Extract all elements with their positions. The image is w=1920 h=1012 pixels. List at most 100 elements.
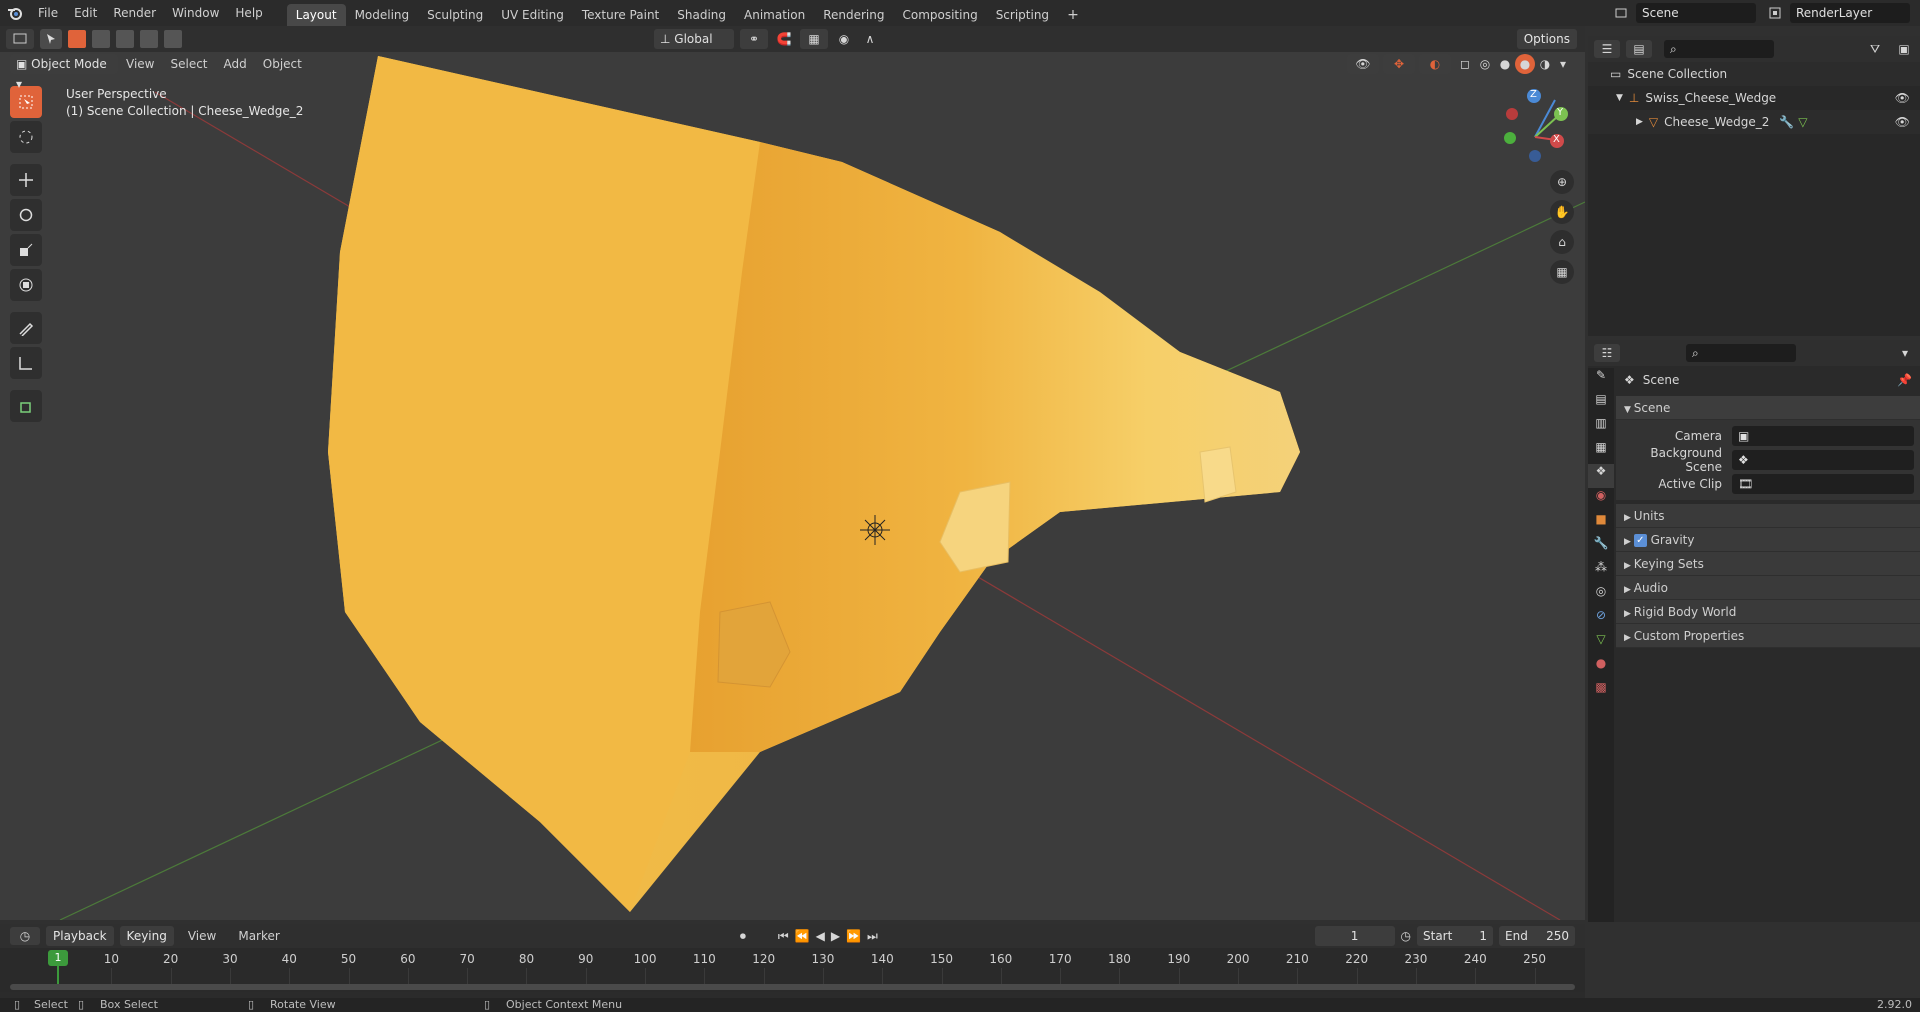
- marker-menu[interactable]: Marker: [230, 923, 287, 949]
- material-tab-icon[interactable]: ●: [1588, 656, 1614, 680]
- object-tab-icon[interactable]: ■: [1588, 512, 1614, 536]
- jump-end-icon[interactable]: ⏭: [867, 929, 878, 944]
- proportional-edit-icon[interactable]: ◉: [834, 29, 854, 49]
- solid-shading-icon[interactable]: ●: [1495, 54, 1515, 74]
- 3d-viewport[interactable]: User Perspective (1) Scene Collection | …: [0, 52, 1585, 920]
- outliner-row[interactable]: ▶ ▽ Cheese_Wedge_2 🔧 ▽ 👁: [1588, 110, 1920, 134]
- view-layer-icon[interactable]: [1760, 6, 1790, 20]
- tab-texture-paint[interactable]: Texture Paint: [573, 4, 668, 26]
- panel-scene-header[interactable]: ▼ Scene: [1616, 396, 1920, 420]
- panel-keying-sets[interactable]: ▶ Keying Sets: [1616, 552, 1920, 576]
- playhead[interactable]: 1: [48, 950, 68, 966]
- keying-menu[interactable]: Keying: [119, 926, 174, 946]
- outliner-search-input[interactable]: ⌕: [1664, 40, 1774, 58]
- ortho-grid-icon[interactable]: ▦: [1550, 260, 1574, 284]
- filter-icon[interactable]: ⛛: [1862, 40, 1888, 58]
- playback-menu[interactable]: Playback: [46, 926, 114, 946]
- tab-animation[interactable]: Animation: [735, 4, 814, 26]
- particles-tab-icon[interactable]: ⁂: [1588, 560, 1614, 584]
- falloff-icon[interactable]: ∧: [860, 29, 880, 49]
- world-tab-icon[interactable]: ◉: [1588, 488, 1614, 512]
- auto-key-icon[interactable]: ⏺: [740, 929, 746, 944]
- jump-keyframe-forward-icon[interactable]: ⏩: [846, 929, 861, 943]
- timeline-type-icon[interactable]: ◷: [10, 927, 40, 945]
- shading-options-icon[interactable]: ▾: [1555, 54, 1571, 74]
- scene-tab-icon[interactable]: ❖: [1588, 464, 1614, 488]
- panel-audio[interactable]: ▶ Audio: [1616, 576, 1920, 600]
- scene-selector[interactable]: Scene: [1636, 3, 1756, 23]
- panel-custom-properties[interactable]: ▶ Custom Properties: [1616, 624, 1920, 648]
- select-box-tool[interactable]: [10, 86, 42, 118]
- start-frame-field[interactable]: Start 1: [1417, 926, 1493, 946]
- menu-view[interactable]: View: [118, 51, 162, 77]
- tab-compositing[interactable]: Compositing: [893, 4, 986, 26]
- menu-edit[interactable]: Edit: [66, 0, 105, 26]
- visibility-icon[interactable]: 👁: [1347, 54, 1379, 74]
- menu-select[interactable]: Select: [162, 51, 215, 77]
- view-layer-tab-icon[interactable]: ▦: [1588, 440, 1614, 464]
- select-extend-icon[interactable]: [92, 30, 110, 48]
- editor-type-icon[interactable]: [6, 29, 34, 49]
- zoom-icon[interactable]: ⊕: [1550, 170, 1574, 194]
- outliner-type-icon[interactable]: ☰: [1594, 40, 1620, 58]
- scene-icon[interactable]: [1606, 6, 1636, 20]
- modifier-tab-icon[interactable]: 🔧: [1588, 536, 1614, 560]
- overlay-toggle-icon[interactable]: ◐: [1419, 54, 1451, 74]
- select-subtract-icon[interactable]: [116, 30, 134, 48]
- menu-render[interactable]: Render: [105, 0, 164, 26]
- select-tool-icon[interactable]: [40, 29, 62, 49]
- texture-tab-icon[interactable]: ▩: [1588, 680, 1614, 704]
- constraints-tab-icon[interactable]: ⊘: [1588, 608, 1614, 632]
- play-reverse-icon[interactable]: ◀: [816, 929, 825, 943]
- gizmo-toggle-icon[interactable]: ✥: [1383, 54, 1415, 74]
- add-workspace-button[interactable]: +: [1058, 4, 1088, 26]
- eye-icon[interactable]: 👁: [1895, 115, 1910, 129]
- select-invert-icon[interactable]: [140, 30, 158, 48]
- disclosure-down-icon[interactable]: ▼: [1616, 93, 1623, 103]
- mode-dropdown[interactable]: ▣ Object Mode ▾: [10, 54, 118, 91]
- scale-tool[interactable]: [10, 234, 42, 266]
- move-tool[interactable]: [10, 164, 42, 196]
- data-tab-icon[interactable]: ▽: [1588, 632, 1614, 656]
- menu-object[interactable]: Object: [255, 51, 310, 77]
- tab-modeling[interactable]: Modeling: [346, 4, 419, 26]
- pivot-point-icon[interactable]: ⚭: [740, 29, 768, 49]
- xray-icon[interactable]: ◻: [1455, 54, 1475, 74]
- timeline-scrollbar[interactable]: [10, 984, 1575, 990]
- pin-icon[interactable]: 📌: [1897, 373, 1912, 387]
- measure-tool[interactable]: [10, 347, 42, 379]
- output-tab-icon[interactable]: ▥: [1588, 416, 1614, 440]
- tab-shading[interactable]: Shading: [668, 4, 735, 26]
- tab-layout[interactable]: Layout: [286, 4, 346, 26]
- physics-tab-icon[interactable]: ◎: [1588, 584, 1614, 608]
- material-shading-icon[interactable]: ●: [1515, 54, 1535, 74]
- transform-tool[interactable]: [10, 269, 42, 301]
- rotate-tool[interactable]: [10, 199, 42, 231]
- select-new-icon[interactable]: [68, 30, 86, 48]
- properties-type-icon[interactable]: ☷: [1594, 344, 1620, 362]
- panel-gravity[interactable]: ▶ ✓ Gravity: [1616, 528, 1920, 552]
- jump-keyframe-back-icon[interactable]: ⏪: [795, 929, 810, 943]
- tab-rendering[interactable]: Rendering: [814, 4, 893, 26]
- snap-target-icon[interactable]: ▦: [800, 29, 828, 49]
- active-clip-field[interactable]: 🎞: [1732, 474, 1914, 494]
- timeline-view-menu[interactable]: View: [180, 923, 224, 949]
- end-frame-field[interactable]: End 250: [1499, 926, 1575, 946]
- background-scene-field[interactable]: ❖: [1732, 450, 1914, 470]
- gravity-checkbox[interactable]: ✓: [1633, 534, 1647, 547]
- render-tab-icon[interactable]: ▤: [1588, 392, 1614, 416]
- annotate-tool[interactable]: [10, 312, 42, 344]
- options-button[interactable]: Options: [1516, 29, 1577, 49]
- panel-rigid-body-world[interactable]: ▶ Rigid Body World: [1616, 600, 1920, 624]
- display-mode-icon[interactable]: ▤: [1626, 40, 1652, 58]
- tab-scripting[interactable]: Scripting: [987, 4, 1058, 26]
- menu-help[interactable]: Help: [227, 0, 270, 26]
- rendered-shading-icon[interactable]: ◑: [1535, 54, 1555, 74]
- tab-uv-editing[interactable]: UV Editing: [492, 4, 573, 26]
- camera-view-icon[interactable]: ⌂: [1550, 230, 1574, 254]
- camera-field[interactable]: ▣: [1732, 426, 1914, 446]
- new-collection-icon[interactable]: ▣: [1894, 40, 1914, 58]
- menu-window[interactable]: Window: [164, 0, 227, 26]
- preview-range-icon[interactable]: ◷: [1401, 929, 1411, 943]
- menu-file[interactable]: File: [30, 0, 66, 26]
